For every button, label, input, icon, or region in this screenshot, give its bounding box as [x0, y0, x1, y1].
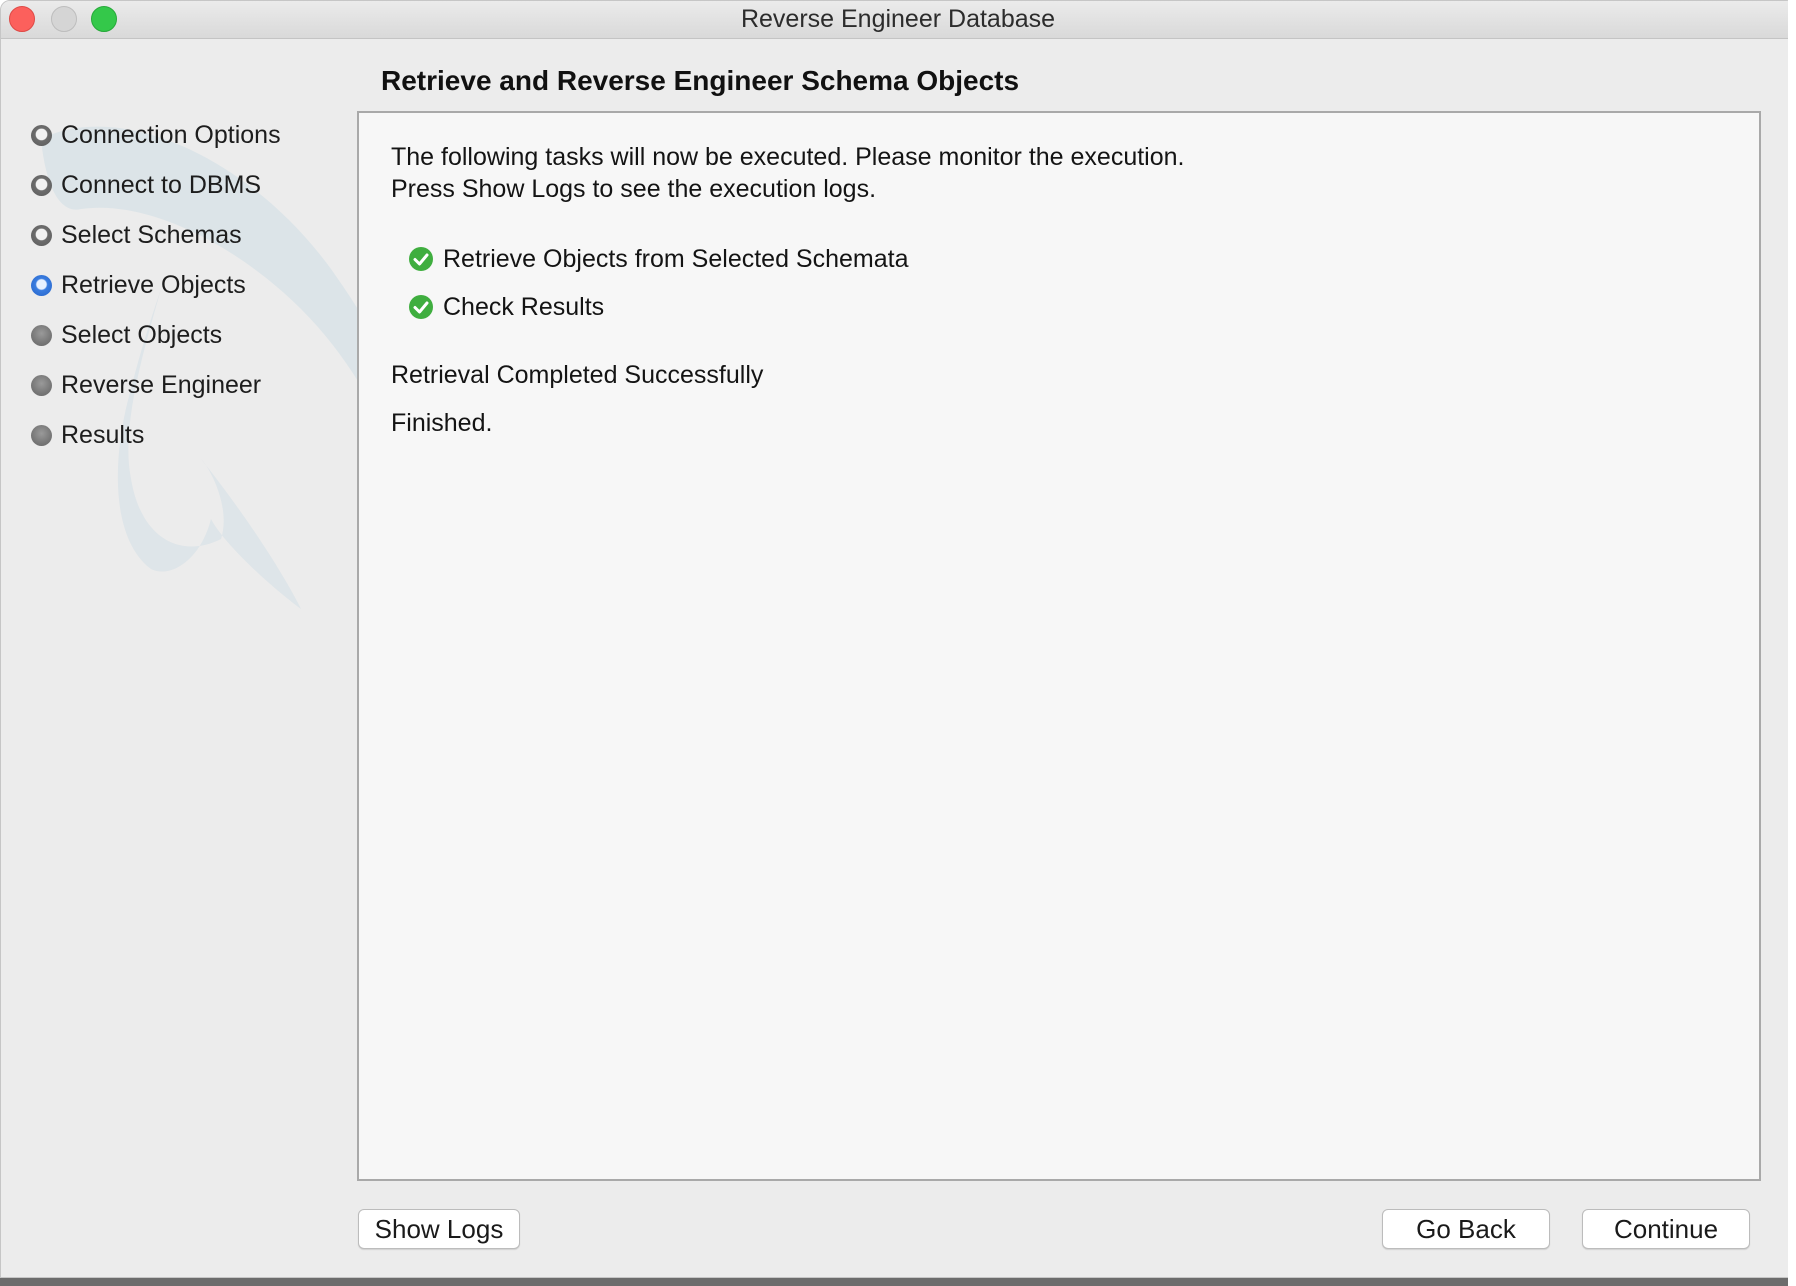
check-circle-icon [409, 247, 433, 271]
step-pending-icon [31, 425, 52, 446]
window-bottom-edge [0, 1278, 1796, 1286]
status-message: Retrieval Completed Successfully [391, 361, 764, 389]
wizard-window: Reverse Engineer Database Connection Opt… [0, 0, 1796, 1278]
step-label: Retrieve Objects [61, 271, 246, 299]
step-connect-to-dbms: Connect to DBMS [31, 165, 351, 201]
step-label: Connect to DBMS [61, 171, 262, 199]
window-title: Reverse Engineer Database [740, 5, 1056, 33]
step-completed-icon [31, 225, 52, 246]
step-select-schemas: Select Schemas [31, 215, 351, 251]
go-back-button[interactable]: Go Back [1382, 1209, 1550, 1249]
step-label: Connection Options [61, 121, 281, 149]
page-title: Retrieve and Reverse Engineer Schema Obj… [381, 65, 1020, 96]
check-circle-icon [409, 295, 433, 319]
step-connection-options: Connection Options [31, 115, 351, 151]
step-label: Results [61, 421, 145, 449]
step-completed-icon [31, 175, 52, 196]
show-logs-button[interactable]: Show Logs [358, 1209, 520, 1249]
step-retrieve-objects: Retrieve Objects [31, 265, 351, 301]
step-label: Reverse Engineer [61, 371, 262, 399]
task-label: Check Results [443, 293, 605, 321]
step-select-objects: Select Objects [31, 315, 351, 351]
continue-button[interactable]: Continue [1582, 1209, 1750, 1249]
step-pending-icon [31, 325, 52, 346]
step-label: Select Schemas [61, 221, 242, 249]
step-results: Results [31, 415, 351, 451]
step-pending-icon [31, 375, 52, 396]
intro-line: Press Show Logs to see the execution log… [391, 175, 877, 203]
step-completed-icon [31, 125, 52, 146]
step-label: Select Objects [61, 321, 223, 349]
intro-line: The following tasks will now be executed… [391, 143, 1185, 171]
task-label: Retrieve Objects from Selected Schemata [443, 245, 909, 273]
title-bar[interactable]: Reverse Engineer Database [1, 1, 1795, 39]
intro-text: The following tasks will now be executed… [391, 141, 1184, 205]
desktop-edge [1788, 0, 1796, 1286]
finished-message: Finished. [391, 409, 493, 437]
execution-panel: The following tasks will now be executed… [357, 111, 1761, 1181]
step-active-icon [31, 275, 52, 296]
step-reverse-engineer: Reverse Engineer [31, 365, 351, 401]
